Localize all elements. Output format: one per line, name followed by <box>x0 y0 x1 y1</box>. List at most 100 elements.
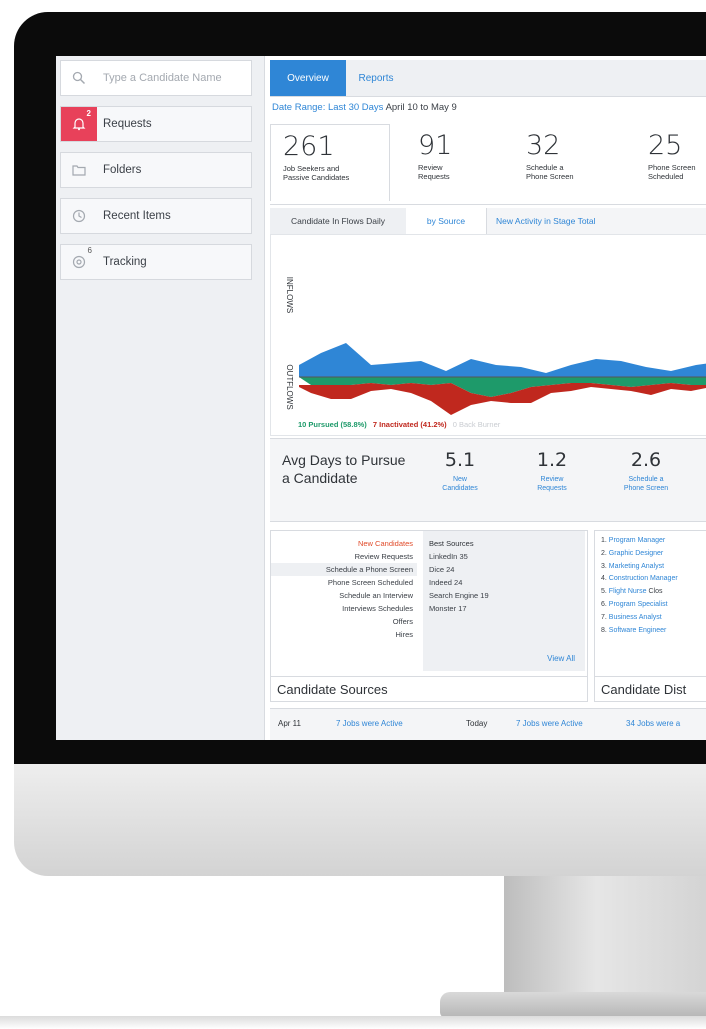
sidebar-item-label: Requests <box>103 118 152 130</box>
stat-card[interactable]: 261 Job Seekers and Passive Candidates <box>270 124 390 201</box>
stage-list: New Candidates Review Requests Schedule … <box>271 537 417 641</box>
screen: Type a Candidate Name 2 Requests Folders… <box>56 56 706 740</box>
source-item: Indeed 24 <box>429 578 463 587</box>
legend-pursued: 10 Pursued (58.8%) <box>298 420 367 429</box>
avg-days-panel: Avg Days to Pursue a Candidate 5.1 New Can… <box>270 438 706 522</box>
source-item: Search Engine 19 <box>429 591 489 600</box>
subtab-by-source[interactable]: by Source <box>406 208 487 234</box>
activity-link[interactable]: 7 Jobs were Active <box>336 719 403 728</box>
sidebar: Type a Candidate Name 2 Requests Folders… <box>56 56 265 740</box>
job-item[interactable]: 7. Business Analyst <box>595 612 706 625</box>
avg-stat[interactable]: 1.2 Review Requests <box>524 449 580 493</box>
stage-item[interactable]: New Candidates <box>271 537 417 550</box>
stage-item[interactable]: Offers <box>271 615 417 628</box>
avg-label: Schedule a Phone Screen <box>623 476 669 492</box>
sidebar-item-tracking[interactable]: 6 Tracking <box>60 244 252 280</box>
search-input[interactable]: Type a Candidate Name <box>97 72 222 84</box>
sidebar-item-label: Folders <box>103 164 142 176</box>
legend-back-burner: 0 Back Burner <box>452 420 501 429</box>
stage-item[interactable]: Schedule an Interview <box>271 589 417 602</box>
requests-badge: 2 <box>86 109 91 118</box>
avg-number: 1.2 <box>536 449 568 471</box>
tab-overview[interactable]: Overview <box>270 60 346 96</box>
flows-chart-svg: INFLOWS OUTFLOWS <box>285 277 706 415</box>
stage-item[interactable]: Review Requests <box>271 550 417 563</box>
best-sources: Best Sources LinkedIn 35 Dice 24 Indeed … <box>423 531 585 671</box>
section-footer: Candidate Sources <box>271 676 587 701</box>
candidate-dist-title: Candidate Dist <box>601 682 687 697</box>
monitor-stand <box>504 876 706 996</box>
sidebar-item-folders[interactable]: Folders <box>60 152 252 188</box>
avg-label: New Candidates <box>442 476 478 492</box>
view-all-link[interactable]: View All <box>547 654 575 663</box>
avg-number: 5.1 <box>444 449 476 471</box>
avg-stat[interactable]: 5.1 New Candidates <box>432 449 488 493</box>
sidebar-item-label: Tracking <box>103 256 147 268</box>
section-footer: Candidate Dist <box>595 676 706 701</box>
stat-label: Job Seekers and Passive Candidates <box>283 164 350 182</box>
candidate-sources-panel: New Candidates Review Requests Schedule … <box>270 530 588 702</box>
job-item[interactable]: 4. Construction Manager <box>595 573 706 586</box>
stat-label: Schedule a Phone Screen <box>526 163 574 181</box>
stage-item[interactable]: Hires <box>271 628 417 641</box>
sidebar-item-requests[interactable]: 2 Requests <box>60 106 252 142</box>
subtab-stage-total[interactable]: New Activity in Stage Total <box>496 208 706 234</box>
outflows-label: OUTFLOWS <box>285 364 294 409</box>
stat-number: 261 <box>283 131 335 162</box>
candidate-search[interactable]: Type a Candidate Name <box>60 60 252 96</box>
floor-shadow <box>0 1016 706 1029</box>
avg-days-title: Avg Days to Pursue a Candidate <box>282 452 406 486</box>
job-item[interactable]: 6. Program Specialist <box>595 599 706 612</box>
date-range[interactable]: Date Range: Last 30 Days April 10 to May… <box>272 102 457 113</box>
chart-subtabs: Candidate In Flows Daily by Source New A… <box>270 208 706 235</box>
stat-card[interactable]: 91 Review Requests <box>418 124 498 200</box>
tab-bar: Overview Reports <box>270 60 706 97</box>
activity-link[interactable]: 7 Jobs were Active <box>516 719 583 728</box>
chart-legend: 10 Pursued (58.8%) 7 Inactivated (41.2%)… <box>298 420 500 429</box>
avg-stat[interactable]: 2.6 Schedule a Phone Screen <box>614 449 678 493</box>
source-item: LinkedIn 35 <box>429 552 468 561</box>
avg-number: 2.6 <box>630 449 662 471</box>
job-list: 1. Program Manager 2. Graphic Designer 3… <box>595 531 706 637</box>
monitor-stand-base <box>440 992 706 1018</box>
flows-chart: INFLOWS OUTFLOWS <box>270 234 706 436</box>
activity-link[interactable]: 34 Jobs were a <box>626 719 680 728</box>
main-content: Overview Reports Date Range: Last 30 Day… <box>270 56 706 740</box>
stat-card[interactable]: 25 Phone Screen Scheduled <box>648 124 706 200</box>
job-item[interactable]: 1. Program Manager <box>595 535 706 548</box>
job-item[interactable]: 2. Graphic Designer <box>595 548 706 561</box>
source-item: Dice 24 <box>429 565 455 574</box>
target-icon: 6 <box>61 245 97 279</box>
avg-label: Review Requests <box>537 476 567 492</box>
stat-card[interactable]: 32 Schedule a Phone Screen <box>526 124 606 200</box>
activity-row: Apr 11 7 Jobs were Active Today 7 Jobs w… <box>270 708 706 740</box>
clock-icon <box>61 199 97 233</box>
activity-date: Today <box>466 719 488 728</box>
bell-icon: 2 <box>61 107 97 141</box>
activity-date: Apr 11 <box>278 719 301 728</box>
job-item[interactable]: 8. Software Engineer <box>595 625 706 638</box>
stat-number: 91 <box>418 130 453 161</box>
tracking-badge: 6 <box>87 246 92 255</box>
stat-label: Review Requests <box>418 163 450 181</box>
source-item: Monster 17 <box>429 604 467 613</box>
job-item[interactable]: 5. Flight Nurse Clos <box>595 586 706 599</box>
candidate-sources-title: Candidate Sources <box>277 682 388 697</box>
jobs-panel: 1. Program Manager 2. Graphic Designer 3… <box>594 530 706 702</box>
stage-item[interactable]: Interviews Schedules <box>271 602 417 615</box>
sidebar-item-recent-items[interactable]: Recent Items <box>60 198 252 234</box>
stat-label: Phone Screen Scheduled <box>648 163 696 181</box>
stat-number: 32 <box>526 130 561 161</box>
sidebar-item-label: Recent Items <box>103 210 171 222</box>
subtab-daily[interactable]: Candidate In Flows Daily <box>270 208 407 234</box>
legend-inactivated: 7 Inactivated (41.2%) <box>372 420 447 429</box>
stage-item[interactable]: Schedule a Phone Screen <box>271 563 417 576</box>
date-range-value: April 10 to May 9 <box>385 102 457 113</box>
stat-number: 25 <box>648 130 683 161</box>
stage-item[interactable]: Phone Screen Scheduled <box>271 576 417 589</box>
job-item[interactable]: 3. Marketing Analyst <box>595 561 706 574</box>
inflows-label: INFLOWS <box>285 277 294 313</box>
inflows-area <box>299 343 706 377</box>
date-range-label[interactable]: Date Range: Last 30 Days <box>272 102 383 113</box>
tab-reports[interactable]: Reports <box>346 60 406 96</box>
